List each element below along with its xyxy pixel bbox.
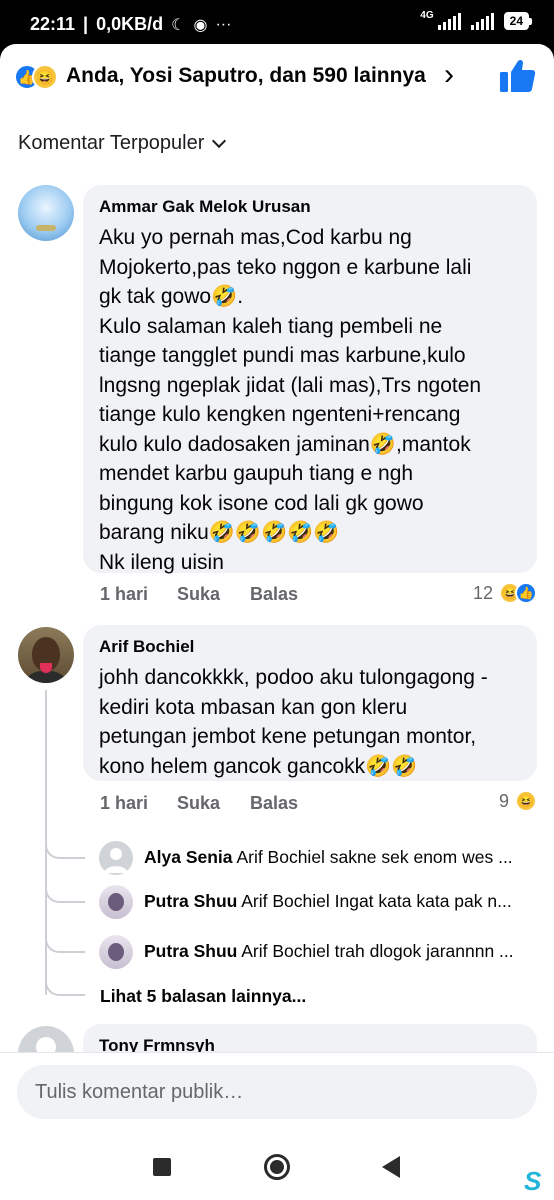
comment-input[interactable]	[17, 1065, 537, 1119]
watermark-logo: S	[524, 1166, 542, 1196]
status-left: 22:11 | 0,0KB/d ☾ ◉ ···	[30, 14, 232, 34]
reply-author: Alya Senia	[144, 847, 233, 867]
reply-text: Putra Shuu Arif Bochiel Ingat kata kata …	[144, 891, 512, 912]
haha-reaction-icon: 😆	[515, 790, 537, 812]
clock: 22:11	[30, 14, 76, 34]
sort-dropdown[interactable]: Komentar Terpopuler	[18, 132, 227, 155]
reply-snippet: Arif Bochiel sakne sek enom wes ...	[236, 847, 513, 867]
sort-label: Komentar Terpopuler	[18, 132, 205, 154]
comment-time: 1 hari	[100, 584, 149, 604]
signal-icon-2	[470, 12, 494, 30]
like-link[interactable]: Suka	[177, 584, 250, 605]
network-speed: 0,0KB/d	[96, 14, 164, 34]
chevron-right-icon[interactable]: ›	[444, 58, 454, 92]
battery-level: 24	[503, 12, 529, 30]
reply-author: Putra Shuu	[144, 941, 238, 961]
system-nav-bar	[0, 1132, 554, 1200]
reaction-count[interactable]: 9 😆	[499, 790, 537, 812]
comments-sheet: 👍 😆 Anda, Yosi Saputro, dan 590 lainnya …	[0, 44, 554, 1132]
moon-icon: ☾	[171, 16, 186, 34]
comment-text: johh dancokkkk, podoo aku tulongagong - …	[99, 666, 488, 778]
comment-author[interactable]: Arif Bochiel	[99, 637, 521, 657]
reply-link[interactable]: Balas	[250, 793, 298, 814]
recent-apps-icon[interactable]	[153, 1158, 171, 1176]
network-type: 4G	[420, 9, 434, 21]
reply-preview[interactable]: Putra Shuu Arif Bochiel Ingat kata kata …	[45, 883, 554, 923]
comment-actions: 1 hari Suka Balas	[100, 584, 298, 605]
reply-preview[interactable]: Alya Senia Arif Bochiel sakne sek enom w…	[45, 839, 554, 879]
view-more-replies-link[interactable]: Lihat 5 balasan lainnya...	[100, 986, 306, 1007]
status-bar: 22:11 | 0,0KB/d ☾ ◉ ··· 4G 24	[0, 0, 554, 44]
status-right: 4G 24	[420, 9, 532, 30]
comment-bubble[interactable]: Arif Bochiel johh dancokkkk, podoo aku t…	[83, 625, 537, 781]
avatar[interactable]	[99, 885, 133, 919]
reply-preview[interactable]: Putra Shuu Arif Bochiel trah dlogok jara…	[45, 933, 554, 973]
reply-text: Putra Shuu Arif Bochiel trah dlogok jara…	[144, 941, 514, 962]
reply-author: Putra Shuu	[144, 891, 238, 911]
reply-link[interactable]: Balas	[250, 584, 298, 605]
chat-notification-icon: ◉	[193, 16, 208, 34]
comment-actions: 1 hari Suka Balas	[100, 793, 298, 814]
reply-text: Alya Senia Arif Bochiel sakne sek enom w…	[144, 847, 513, 868]
comment-composer	[0, 1052, 554, 1132]
comment-time: 1 hari	[100, 793, 149, 813]
chevron-down-icon	[212, 133, 227, 148]
haha-reaction-icon: 😆	[32, 64, 58, 90]
reactions-summary-text: Anda, Yosi Saputro, dan 590 lainnya	[66, 64, 426, 87]
reaction-count[interactable]: 12 😆 👍	[473, 582, 537, 604]
reaction-count-value: 9	[498, 790, 509, 811]
reaction-count-value: 12	[472, 582, 493, 603]
avatar[interactable]	[99, 841, 133, 875]
reactions-summary[interactable]: 👍 😆 Anda, Yosi Saputro, dan 590 lainnya …	[0, 44, 554, 108]
default-person-icon	[104, 848, 128, 873]
like-button-icon[interactable]	[498, 58, 536, 94]
avatar[interactable]	[18, 185, 74, 241]
comment-author[interactable]: Ammar Gak Melok Urusan	[99, 197, 521, 217]
avatar[interactable]	[18, 627, 74, 683]
comment-text: Aku yo pernah mas,Cod karbu ng Mojokerto…	[99, 226, 482, 574]
like-link[interactable]: Suka	[177, 793, 250, 814]
reply-snippet: Arif Bochiel Ingat kata kata pak n...	[241, 891, 512, 911]
more-dots-icon: ···	[215, 15, 232, 33]
battery-icon: 24	[503, 12, 532, 30]
like-reaction-icon: 👍	[515, 582, 537, 604]
comment-bubble[interactable]: Ammar Gak Melok Urusan Aku yo pernah mas…	[83, 185, 537, 574]
back-icon[interactable]	[382, 1156, 400, 1178]
reaction-icons: 👍 😆	[14, 64, 58, 90]
reply-snippet: Arif Bochiel trah dlogok jarannnn ...	[241, 941, 514, 961]
avatar[interactable]	[99, 935, 133, 969]
signal-icon	[437, 12, 461, 30]
home-icon[interactable]	[264, 1154, 290, 1180]
